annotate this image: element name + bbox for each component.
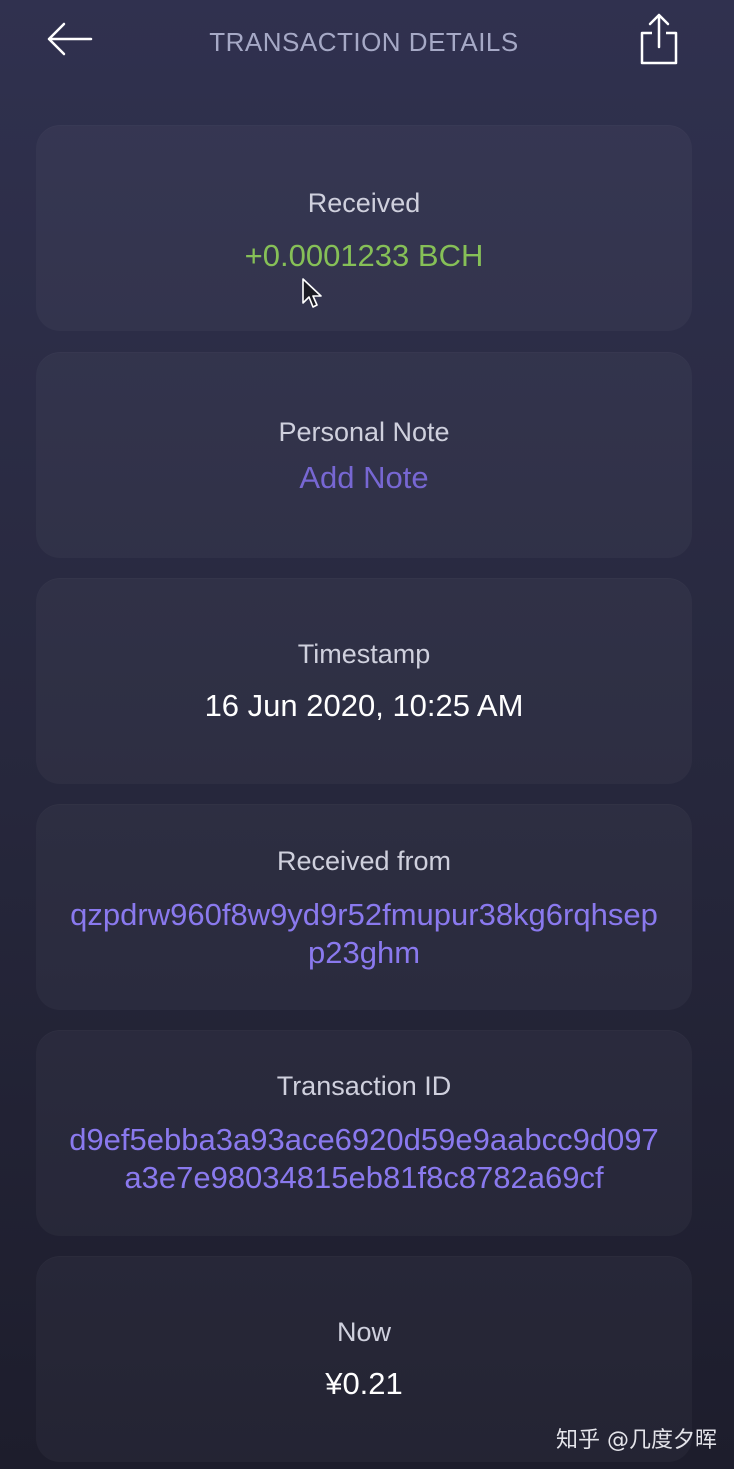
- sender-address-link[interactable]: qzpdrw960f8w9yd9r52fmupur38kg6rqhsepp23g…: [36, 896, 692, 972]
- timestamp-label: Timestamp: [297, 639, 431, 669]
- personal-note-card: Personal Note Add Note: [36, 352, 692, 558]
- received-from-label: Received from: [276, 846, 452, 876]
- transaction-id-label: Transaction ID: [276, 1071, 452, 1101]
- personal-note-label: Personal Note: [278, 417, 450, 447]
- received-card: Received +0.0001233 BCH: [36, 125, 692, 331]
- now-value: ¥0.21: [325, 1366, 403, 1401]
- transaction-id-card: Transaction ID d9ef5ebba3a93ace6920d59e9…: [36, 1030, 692, 1236]
- received-from-card: Received from qzpdrw960f8w9yd9r52fmupur3…: [36, 804, 692, 1010]
- now-label: Now: [336, 1317, 391, 1347]
- timestamp-value: 16 Jun 2020, 10:25 AM: [204, 688, 524, 723]
- top-bar: TRANSACTION DETAILS: [0, 0, 734, 92]
- received-label: Received: [307, 188, 421, 218]
- mouse-cursor-icon: [302, 278, 322, 308]
- add-note-button[interactable]: Add Note: [36, 459, 692, 497]
- share-button[interactable]: [630, 8, 688, 70]
- received-amount: +0.0001233 BCH: [244, 238, 484, 273]
- share-icon: [640, 13, 678, 65]
- timestamp-card: Timestamp 16 Jun 2020, 10:25 AM: [36, 578, 692, 784]
- watermark: 知乎 @几度夕晖: [556, 1428, 717, 1453]
- transaction-id-link[interactable]: d9ef5ebba3a93ace6920d59e9aabcc9d097a3e7e…: [36, 1121, 692, 1197]
- page-title: TRANSACTION DETAILS: [209, 27, 519, 57]
